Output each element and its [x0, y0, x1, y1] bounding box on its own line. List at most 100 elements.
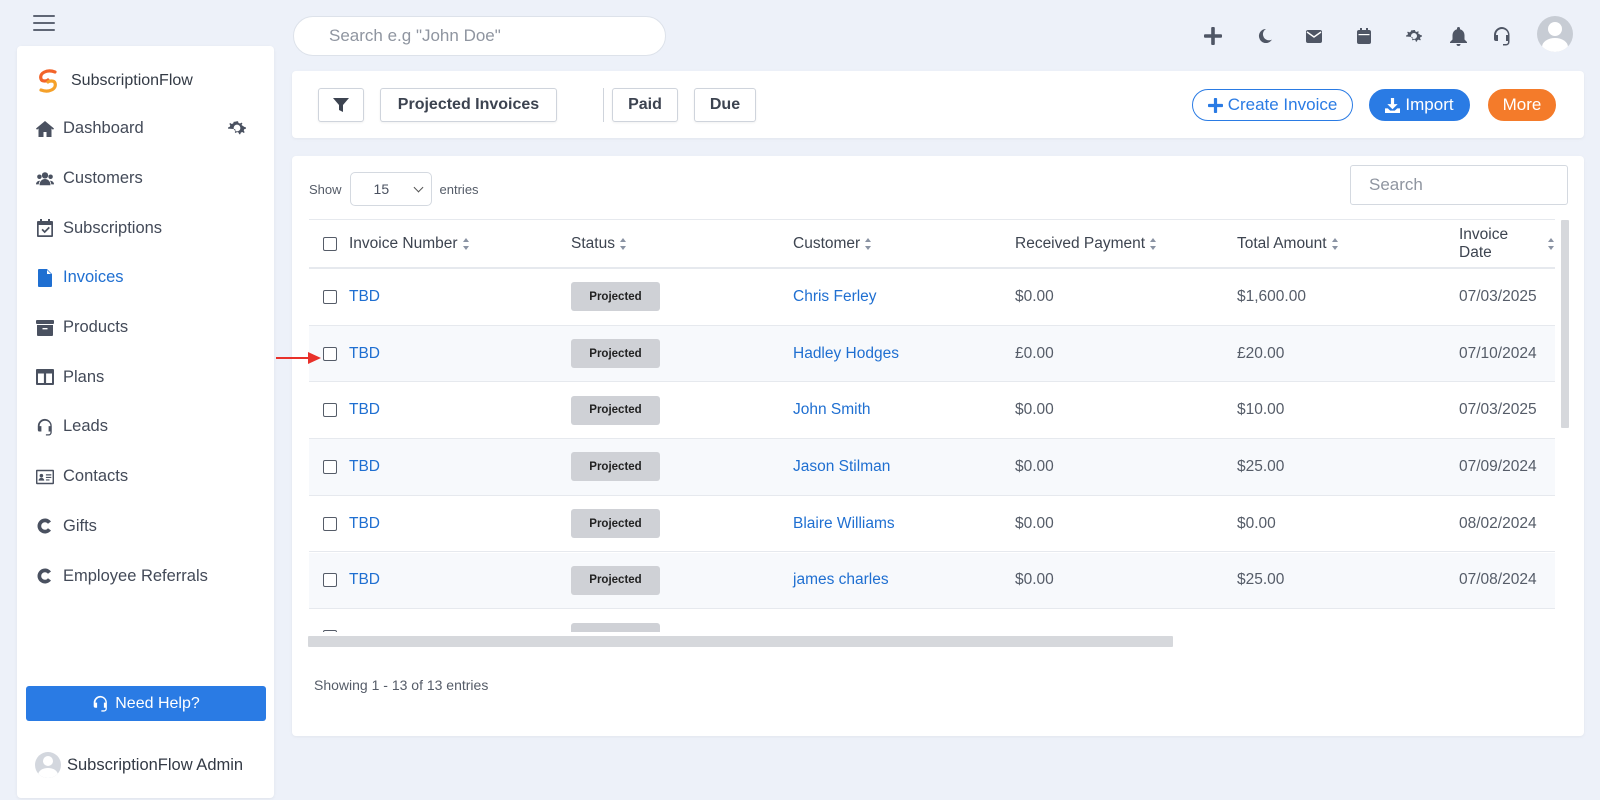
- sidebar-item-invoices[interactable]: Invoices: [17, 253, 274, 303]
- sidebar-item-gifts[interactable]: Gifts: [17, 502, 274, 552]
- sidebar-item-contacts[interactable]: Contacts: [17, 452, 274, 502]
- table-info: Showing 1 - 13 of 13 entries: [314, 677, 489, 693]
- plus-icon[interactable]: [1197, 20, 1229, 52]
- horizontal-scrollbar[interactable]: [308, 636, 1173, 647]
- global-search-input[interactable]: [293, 16, 666, 56]
- moon-icon[interactable]: [1249, 20, 1281, 52]
- col-invoice-date[interactable]: Invoice Date: [1459, 220, 1555, 267]
- import-button[interactable]: Import: [1369, 89, 1470, 121]
- invoice-date: 07/03/2025: [1459, 401, 1537, 419]
- more-button[interactable]: More: [1488, 89, 1556, 121]
- row-checkbox[interactable]: [323, 459, 337, 474]
- brand-name: SubscriptionFlow: [71, 72, 193, 89]
- customer-link[interactable]: Jason Stilman: [793, 439, 890, 495]
- invoice-icon: [35, 268, 55, 288]
- row-checkbox[interactable]: [323, 403, 337, 418]
- filter-button[interactable]: [318, 88, 364, 122]
- download-icon: [1385, 97, 1401, 113]
- invoice-number-link[interactable]: TBD: [349, 553, 380, 609]
- row-checkbox[interactable]: [323, 289, 337, 304]
- user-avatar[interactable]: [1537, 16, 1573, 52]
- sidebar-item-label: Dashboard: [63, 119, 144, 138]
- invoice-number-link[interactable]: TBD: [349, 326, 380, 382]
- status-badge: Projected: [571, 395, 660, 425]
- col-total-amount[interactable]: Total Amount: [1237, 220, 1339, 267]
- entries-per-page-select[interactable]: 15: [349, 172, 432, 206]
- sort-icon: [462, 237, 470, 250]
- col-status[interactable]: Status: [571, 220, 627, 267]
- row-checkbox[interactable]: [323, 573, 337, 588]
- sidebar-item-products[interactable]: Products: [17, 303, 274, 353]
- invoices-table-card: Show 15 entries Invoice Number Status Cu…: [292, 156, 1584, 736]
- table-row: TBD Projected John Smith $0.00 $10.00 07…: [309, 382, 1555, 440]
- subscriptionflow-logo-icon: [39, 69, 57, 93]
- received-payment: $0.00: [1015, 287, 1054, 305]
- row-checkbox[interactable]: [323, 630, 337, 632]
- entries-label: entries: [439, 181, 479, 197]
- customer-link[interactable]: Chris Ferley: [793, 269, 877, 325]
- total-amount: $0.00: [1237, 514, 1276, 532]
- gear-icon[interactable]: [1398, 20, 1430, 52]
- vertical-scrollbar[interactable]: [1561, 220, 1569, 428]
- sidebar-item-label: Invoices: [63, 268, 124, 287]
- customer-link[interactable]: John Smith: [793, 382, 871, 438]
- select-all-checkbox[interactable]: [323, 236, 337, 251]
- headset-icon: [35, 417, 55, 437]
- status-badge: Projected: [571, 282, 660, 312]
- headset-icon: [93, 695, 108, 712]
- invoice-number-link[interactable]: TBD: [349, 439, 380, 495]
- invoice-date: 07/10/2024: [1459, 344, 1537, 362]
- invoice-date: 07/08/2024: [1459, 571, 1537, 589]
- status-badge: [571, 622, 660, 632]
- dashboard-settings-gear-icon[interactable]: [228, 119, 246, 137]
- status-badge: Projected: [571, 452, 660, 482]
- invoice-date: 07/03/2025: [1459, 287, 1537, 305]
- invoice-number-link[interactable]: TBD: [349, 269, 380, 325]
- table-row-partial: [309, 609, 1555, 632]
- col-customer[interactable]: Customer: [793, 220, 872, 267]
- headset-icon[interactable]: [1486, 20, 1518, 52]
- calendar-check-icon: [35, 218, 55, 238]
- sidebar-item-label: Subscriptions: [63, 218, 163, 237]
- sidebar-item-customers[interactable]: Customers: [17, 154, 274, 204]
- table-search-input[interactable]: [1350, 165, 1568, 205]
- sidebar-item-employee-referrals[interactable]: Employee Referrals: [17, 551, 274, 601]
- sidebar-item-leads[interactable]: Leads: [17, 402, 274, 452]
- status-badge: Projected: [571, 509, 660, 539]
- received-payment: $0.00: [1015, 571, 1054, 589]
- col-received-payment[interactable]: Received Payment: [1015, 220, 1157, 267]
- status-badge: Projected: [571, 339, 660, 369]
- customer-link[interactable]: Hadley Hodges: [793, 326, 899, 382]
- sidebar-item-subscriptions[interactable]: Subscriptions: [17, 203, 274, 253]
- calendar-icon[interactable]: [1348, 20, 1380, 52]
- customer-link[interactable]: Blaire Williams: [793, 496, 895, 552]
- brand[interactable]: SubscriptionFlow: [35, 68, 193, 94]
- row-checkbox[interactable]: [323, 516, 337, 531]
- archive-icon: [35, 318, 55, 338]
- row-checkbox[interactable]: [323, 346, 337, 361]
- paid-filter-button[interactable]: Paid: [612, 88, 678, 122]
- col-invoice-number[interactable]: Invoice Number: [349, 220, 470, 267]
- invoice-number-link[interactable]: TBD: [349, 382, 380, 438]
- sidebar-item-label: Plans: [63, 367, 105, 386]
- bell-icon[interactable]: [1442, 20, 1474, 52]
- column-header-label: Invoice Number: [349, 234, 458, 252]
- admin-profile[interactable]: SubscriptionFlow Admin: [35, 752, 243, 778]
- need-help-label: Need Help?: [115, 694, 200, 712]
- projected-invoices-button[interactable]: Projected Invoices: [380, 88, 557, 122]
- hamburger-menu-icon[interactable]: [33, 15, 55, 31]
- sidebar-item-dashboard[interactable]: Dashboard: [17, 104, 274, 154]
- entries-per-page-value: 15: [373, 181, 390, 197]
- sidebar-item-plans[interactable]: Plans: [17, 352, 274, 402]
- create-invoice-button[interactable]: Create Invoice: [1192, 89, 1353, 121]
- invoice-number-link[interactable]: TBD: [349, 496, 380, 552]
- id-card-icon: [35, 467, 55, 487]
- total-amount: $1,600.00: [1237, 287, 1306, 305]
- need-help-button[interactable]: Need Help?: [26, 686, 266, 721]
- mail-icon[interactable]: [1298, 20, 1330, 52]
- status-badge: Projected: [571, 565, 660, 595]
- sidebar-item-label: Employee Referrals: [63, 566, 208, 585]
- customer-link[interactable]: james charles: [793, 553, 889, 609]
- due-filter-button[interactable]: Due: [694, 88, 756, 122]
- table-row: TBD Projected james charles $0.00 $25.00…: [309, 552, 1555, 610]
